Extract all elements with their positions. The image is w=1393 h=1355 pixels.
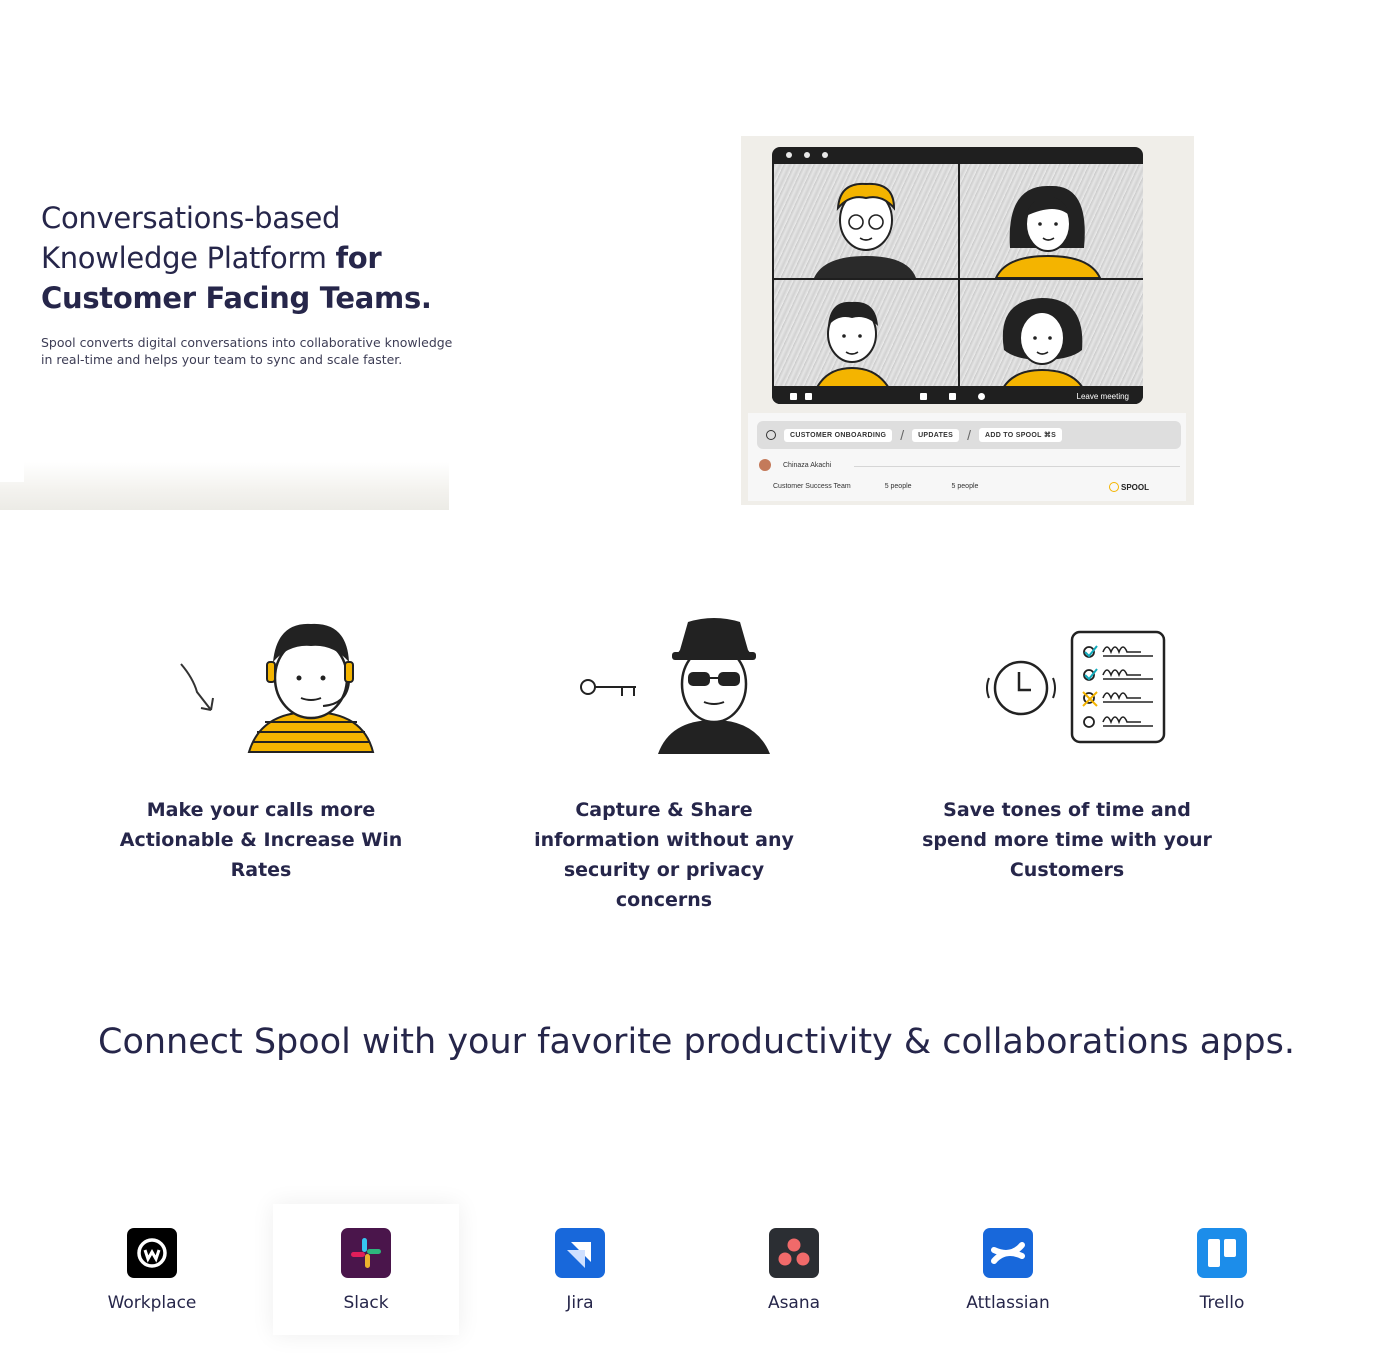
participant-tile-1	[774, 164, 958, 278]
app-trello[interactable]: Trello	[1129, 1204, 1315, 1335]
app-slack[interactable]: Slack	[273, 1204, 459, 1335]
mic-icon[interactable]	[790, 393, 797, 400]
trello-icon	[1197, 1228, 1247, 1278]
app-atlassian[interactable]: Attlassian	[915, 1204, 1101, 1335]
window-dots	[786, 152, 828, 158]
search-icon	[766, 430, 776, 440]
asana-icon	[769, 1228, 819, 1278]
hero-title-line2: Knowledge Platform	[41, 241, 327, 275]
participant-tile-2	[960, 164, 1143, 278]
hero-title-for: for	[335, 241, 382, 275]
jira-icon	[555, 1228, 605, 1278]
record-icon[interactable]	[978, 393, 985, 400]
integrations-title: Connect Spool with your favorite product…	[98, 1022, 1295, 1062]
feature-text: Capture & Share information without any …	[534, 799, 794, 911]
app-label: Jira	[566, 1293, 594, 1313]
leave-meeting-button[interactable]: Leave meeting	[1077, 392, 1129, 401]
user-name: Chinaza Akachi	[783, 461, 832, 469]
app-asana[interactable]: Asana	[701, 1204, 887, 1335]
team-name: Customer Success Team	[773, 483, 851, 490]
app-label: Asana	[767, 1293, 821, 1313]
hero-title-line3: Customer Facing Teams.	[41, 281, 432, 315]
confluence-icon	[983, 1228, 1033, 1278]
hero-title-line1: Conversations-based	[41, 201, 341, 235]
product-mockup: Leave meeting CUSTOMER ONBOARDING / UPDA…	[741, 136, 1194, 505]
feature-text: Make your calls more Actionable & Increa…	[119, 799, 403, 881]
spool-logo: SPOOL	[1109, 482, 1149, 492]
app-label: Slack	[343, 1293, 389, 1313]
app-jira[interactable]: Jira	[487, 1204, 673, 1335]
app-label: Workplace	[107, 1293, 197, 1313]
clock-checklist-illustration	[907, 612, 1227, 762]
headset-agent-illustration	[101, 612, 421, 762]
people-count-2: 5 people	[951, 483, 979, 490]
participant-tile-4	[960, 280, 1143, 394]
app-label: Trello	[1199, 1293, 1245, 1313]
chip-customer-onboarding[interactable]: CUSTOMER ONBOARDING	[784, 428, 893, 442]
feature-text: Save tones of time and spend more time w…	[922, 799, 1212, 881]
user-row: Chinaza Akachi	[759, 459, 831, 471]
video-call-window: Leave meeting	[772, 147, 1143, 404]
participant-tile-3	[774, 280, 958, 394]
feature-save-time: Save tones of time and spend more time w…	[907, 612, 1227, 885]
chip-add-to-spool[interactable]: ADD TO SPOOL ⌘S	[979, 428, 1063, 442]
hero-wave-decoration	[0, 462, 449, 510]
people-count-1: 5 people	[884, 483, 912, 490]
integrations-list: Workplace Slack Jira Asana Attlassian Tr…	[45, 1204, 1329, 1335]
chat-icon[interactable]	[949, 393, 956, 400]
feature-security: Capture & Share information without any …	[504, 612, 824, 915]
avatar	[759, 459, 771, 471]
workplace-icon	[127, 1228, 177, 1278]
slack-icon	[341, 1228, 391, 1278]
spool-panel: CUSTOMER ONBOARDING / UPDATES / ADD TO S…	[748, 413, 1186, 501]
app-label: Attlassian	[966, 1293, 1050, 1313]
feature-actionable-calls: Make your calls more Actionable & Increa…	[101, 612, 421, 885]
team-row: Customer Success Team 5 people 5 people …	[759, 482, 1183, 492]
camera-icon[interactable]	[805, 393, 812, 400]
spool-searchbar[interactable]: CUSTOMER ONBOARDING / UPDATES / ADD TO S…	[757, 421, 1181, 449]
call-controls-bar: Leave meeting	[772, 386, 1143, 404]
spy-key-illustration	[504, 612, 824, 762]
hero-subtitle: Spool converts digital conversations int…	[41, 335, 453, 367]
hero-title: Conversations-based Knowledge Platform f…	[41, 198, 481, 318]
participants-icon[interactable]	[920, 393, 927, 400]
chip-updates[interactable]: UPDATES	[912, 428, 960, 442]
app-workplace[interactable]: Workplace	[59, 1204, 245, 1335]
